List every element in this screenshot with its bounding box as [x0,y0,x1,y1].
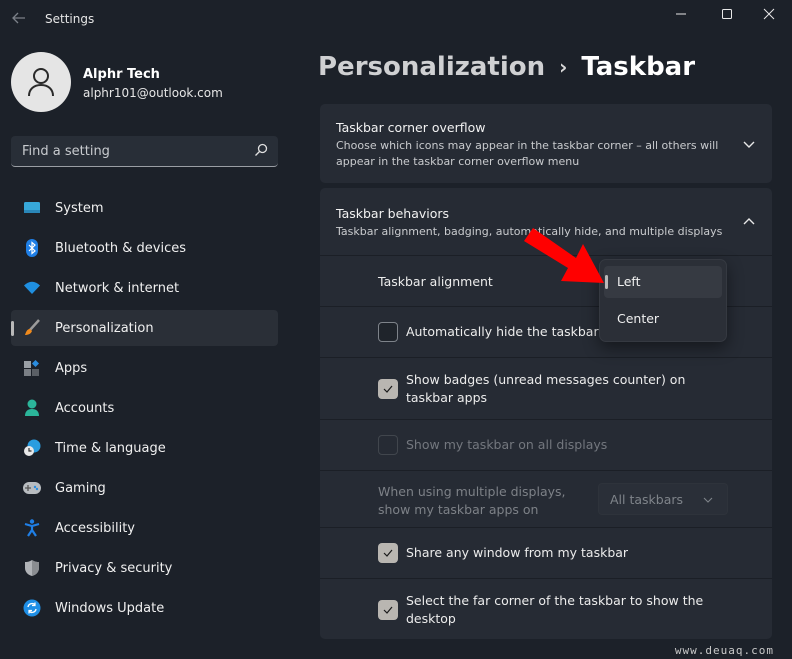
sidebar-item-label: Accessibility [55,520,135,536]
share-window-checkbox[interactable] [378,543,398,563]
sidebar-item-label: Bluetooth & devices [55,240,186,256]
sidebar-item-label: Privacy & security [55,560,173,576]
checkmark-icon [383,385,393,393]
show-badges-checkbox[interactable] [378,379,398,399]
sidebar-nav: System Bluetooth & devices Network & int… [11,190,278,630]
sidebar-item-time-language[interactable]: Time & language [11,430,278,466]
sidebar-item-bluetooth[interactable]: Bluetooth & devices [11,230,278,266]
breadcrumb-parent[interactable]: Personalization [318,52,545,82]
person-icon [23,399,41,417]
close-icon [763,8,775,20]
breadcrumb: Personalization › Taskbar [318,52,695,82]
taskbar-behaviors-card: Taskbar behaviors Taskbar alignment, bad… [320,188,772,639]
bluetooth-icon [23,239,41,257]
maximize-button[interactable] [704,0,750,28]
all-displays-checkbox[interactable] [378,435,398,455]
checkmark-icon [383,606,393,614]
sidebar-item-gaming[interactable]: Gaming [11,470,278,506]
sidebar-item-windows-update[interactable]: Windows Update [11,590,278,626]
card-subtitle: Taskbar alignment, badging, automaticall… [336,225,723,238]
chevron-down-icon[interactable] [742,137,756,151]
chevron-down-icon [703,497,713,503]
share-window-label[interactable]: Share any window from my taskbar [406,544,628,562]
auto-hide-checkbox[interactable] [378,322,398,342]
sidebar-item-label: System [55,200,104,216]
sidebar-item-privacy-security[interactable]: Privacy & security [11,550,278,586]
share-window-row: Share any window from my taskbar [320,527,772,578]
taskbar-behaviors-header[interactable]: Taskbar behaviors Taskbar alignment, bad… [320,188,772,255]
sidebar-item-accounts[interactable]: Accounts [11,390,278,426]
sidebar-item-system[interactable]: System [11,190,278,226]
far-corner-checkbox[interactable] [378,600,398,620]
refresh-icon [23,599,41,617]
person-icon [28,68,54,97]
breadcrumb-separator: › [559,55,568,79]
watermark: www.deuaq.com [674,644,774,657]
alignment-option-left[interactable]: Left [604,266,722,298]
all-displays-row: Show my taskbar on all displays [320,419,772,470]
search-box[interactable] [11,136,278,167]
gamepad-icon [23,479,41,497]
card-title: Taskbar corner overflow [336,120,486,135]
taskbar-corner-overflow-card[interactable]: Taskbar corner overflow Choose which ico… [320,104,772,183]
page-title: Taskbar [581,52,696,82]
sidebar-item-personalization[interactable]: Personalization [11,310,278,346]
alignment-option-center[interactable]: Center [604,303,722,335]
far-corner-label[interactable]: Select the far corner of the taskbar to … [406,592,716,628]
app-title: Settings [45,12,95,26]
minimize-button[interactable] [658,0,704,28]
search-icon[interactable] [254,143,268,157]
taskbar-alignment-flyout: Left Center [599,259,727,342]
sidebar-item-label: Time & language [55,440,166,456]
user-email: alphr101@outlook.com [83,86,223,100]
sidebar-item-label: Network & internet [55,280,180,296]
checkmark-icon [383,549,393,557]
show-badges-label[interactable]: Show badges (unread messages counter) on… [406,371,706,407]
maximize-icon [722,9,732,19]
multi-display-value: All taskbars [610,492,684,507]
taskbar-alignment-label: Taskbar alignment [378,274,493,289]
accessibility-icon [23,519,41,537]
multi-display-dropdown[interactable]: All taskbars [598,483,728,515]
search-input[interactable] [11,136,231,166]
sidebar-item-label: Personalization [55,320,154,336]
multi-display-label: When using multiple displays, show my ta… [378,484,566,517]
sidebar-item-label: Accounts [55,400,115,416]
multi-display-row: When using multiple displays, show my ta… [320,470,772,527]
sidebar-item-apps[interactable]: Apps [11,350,278,386]
option-label: Left [617,274,641,289]
sidebar-item-accessibility[interactable]: Accessibility [11,510,278,546]
apps-icon [23,359,41,377]
globe-clock-icon [23,439,41,457]
far-corner-row: Select the far corner of the taskbar to … [320,578,772,639]
chevron-up-icon[interactable] [742,215,756,229]
all-displays-label: Show my taskbar on all displays [406,437,608,452]
wifi-icon [23,279,41,297]
card-title: Taskbar behaviors [336,206,450,221]
show-badges-row: Show badges (unread messages counter) on… [320,357,772,419]
shield-icon [23,559,41,577]
brush-icon [23,319,41,337]
avatar[interactable] [11,52,71,112]
sidebar-item-label: Windows Update [55,600,165,616]
close-button[interactable] [746,0,792,28]
monitor-icon [23,199,41,217]
sidebar-item-label: Apps [55,360,88,376]
sidebar-item-label: Gaming [55,480,106,496]
sidebar-item-network[interactable]: Network & internet [11,270,278,306]
user-name: Alphr Tech [83,67,160,82]
card-subtitle: Choose which icons may appear in the tas… [336,139,719,168]
back-button[interactable] [8,8,30,30]
auto-hide-label[interactable]: Automatically hide the taskbar [406,323,599,341]
minimize-icon [676,13,686,15]
option-label: Center [617,311,660,326]
arrow-left-icon [12,12,25,24]
